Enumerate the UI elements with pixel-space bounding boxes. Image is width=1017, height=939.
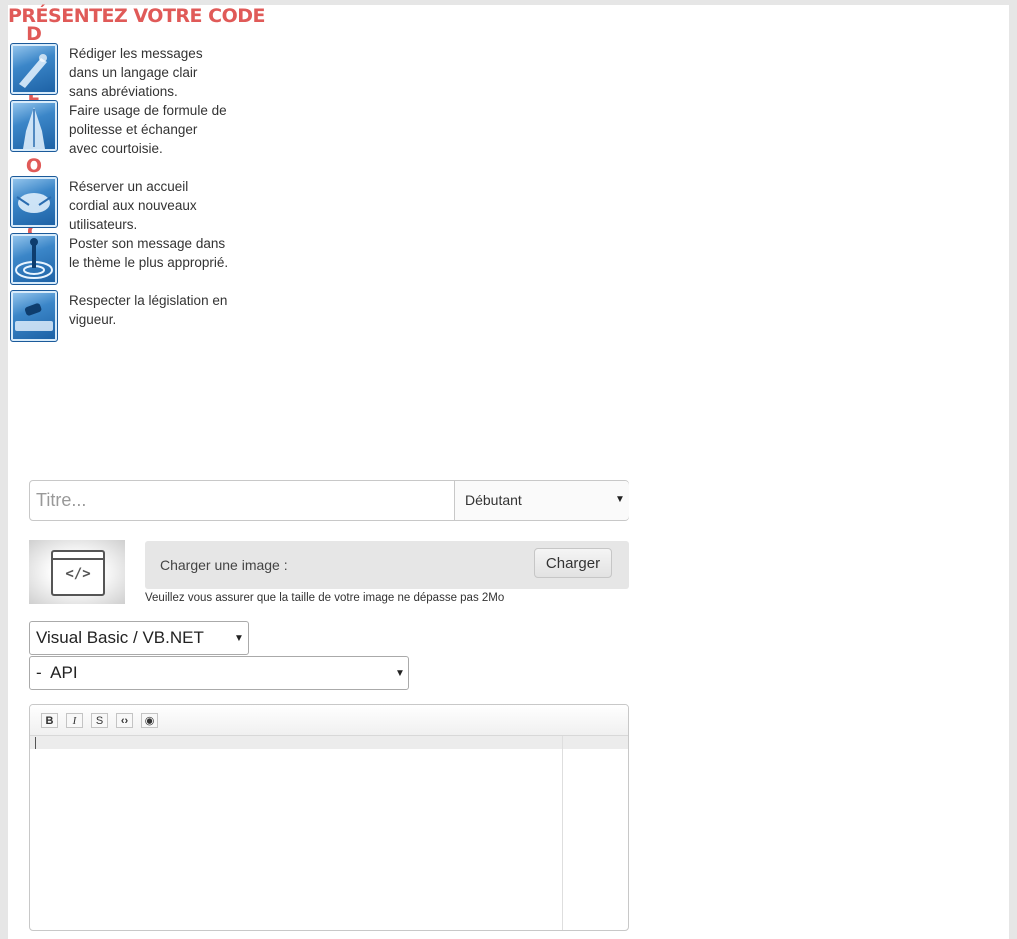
upload-box: Charger une image : Charger bbox=[145, 541, 629, 589]
rule-text: Respecter la législation en vigueur. bbox=[69, 293, 228, 327]
rule-text: Poster son message dans le thème le plus… bbox=[69, 236, 229, 270]
chevron-down-icon: ▼ bbox=[615, 494, 625, 505]
page-title: PRÉSENTEZ VOTRE CODE bbox=[8, 5, 265, 27]
pointing-hand-icon bbox=[10, 43, 58, 95]
code-thumbnail: </> bbox=[29, 540, 125, 604]
bold-button[interactable]: B bbox=[41, 713, 58, 728]
code-glyph: </> bbox=[65, 566, 91, 582]
rule-text: Réserver un accueil cordial aux nouveaux… bbox=[69, 179, 197, 232]
upload-note: Veuillez vous assurer que la taille de v… bbox=[145, 592, 505, 604]
strike-button[interactable]: S bbox=[91, 713, 108, 728]
category-select[interactable]: - API ▼ bbox=[29, 656, 409, 690]
language-select-value: Visual Basic / VB.NET bbox=[36, 628, 204, 647]
level-select[interactable]: Débutant ▼ bbox=[454, 481, 629, 520]
code-window-icon: </> bbox=[51, 550, 105, 596]
handshake-icon bbox=[10, 176, 58, 228]
media-button[interactable]: ◉ bbox=[141, 713, 158, 728]
level-select-value: Débutant bbox=[465, 492, 522, 508]
editor-current-line bbox=[30, 736, 628, 749]
editor-toolbar: B I S ‹› ◉ bbox=[30, 705, 628, 736]
page: PRÉSENTEZ VOTRE CODE D E R E S S O U R C… bbox=[8, 5, 1009, 939]
title-input[interactable] bbox=[30, 481, 454, 520]
upload-button[interactable]: Charger bbox=[534, 548, 612, 578]
code-button[interactable]: ‹› bbox=[116, 713, 133, 728]
vertical-letter: D bbox=[26, 23, 42, 45]
vertical-letter: O bbox=[25, 155, 43, 177]
title-row: Débutant ▼ bbox=[29, 480, 629, 521]
upload-label: Charger une image : bbox=[160, 557, 288, 573]
rule-text: Rédiger les messages dans un langage cla… bbox=[69, 46, 203, 99]
target-person-icon bbox=[10, 233, 58, 285]
editor-divider bbox=[562, 736, 563, 930]
italic-button[interactable]: I bbox=[66, 713, 83, 728]
rule-text: Faire usage de formule de politesse et é… bbox=[69, 103, 227, 156]
gavel-icon bbox=[10, 290, 58, 342]
code-editor[interactable]: B I S ‹› ◉ bbox=[29, 704, 629, 931]
category-select-value: - API bbox=[36, 663, 78, 682]
praying-hands-icon bbox=[10, 100, 58, 152]
chevron-down-icon: ▼ bbox=[395, 668, 405, 679]
language-select[interactable]: Visual Basic / VB.NET ▼ bbox=[29, 621, 249, 655]
chevron-down-icon: ▼ bbox=[234, 633, 244, 644]
window-bar bbox=[53, 552, 103, 560]
text-cursor bbox=[35, 737, 36, 749]
